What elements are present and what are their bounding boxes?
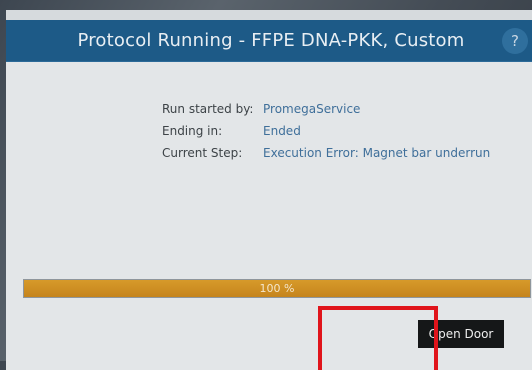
run-info: Run started by: PromegaService Ending in… — [162, 98, 490, 164]
run-started-by-value: PromegaService — [263, 102, 361, 116]
run-started-by-label: Run started by: — [162, 102, 254, 116]
ending-in-label: Ending in: — [162, 124, 223, 138]
dialog-content: Run started by: PromegaService Ending in… — [6, 62, 532, 370]
dialog-title-bar: Protocol Running - FFPE DNA-PKK, Custom … — [6, 20, 532, 62]
open-door-button[interactable]: Open Door — [418, 320, 504, 348]
ending-in-row: Ending in: Ended — [162, 120, 490, 142]
current-step-label: Current Step: — [162, 146, 243, 160]
current-step-value: Execution Error: Magnet bar underrun — [263, 146, 491, 160]
ending-in-value: Ended — [263, 124, 301, 138]
instrument-screen: Protocol Running - FFPE DNA-PKK, Custom … — [6, 10, 532, 370]
current-step-row: Current Step: Execution Error: Magnet ba… — [162, 142, 490, 164]
help-icon[interactable]: ? — [502, 28, 528, 54]
progress-percent-label: 100 % — [259, 282, 295, 295]
dialog-title: Protocol Running - FFPE DNA-PKK, Custom — [77, 30, 465, 51]
run-started-by-row: Run started by: PromegaService — [162, 98, 490, 120]
progress-bar: 100 % — [23, 279, 531, 298]
